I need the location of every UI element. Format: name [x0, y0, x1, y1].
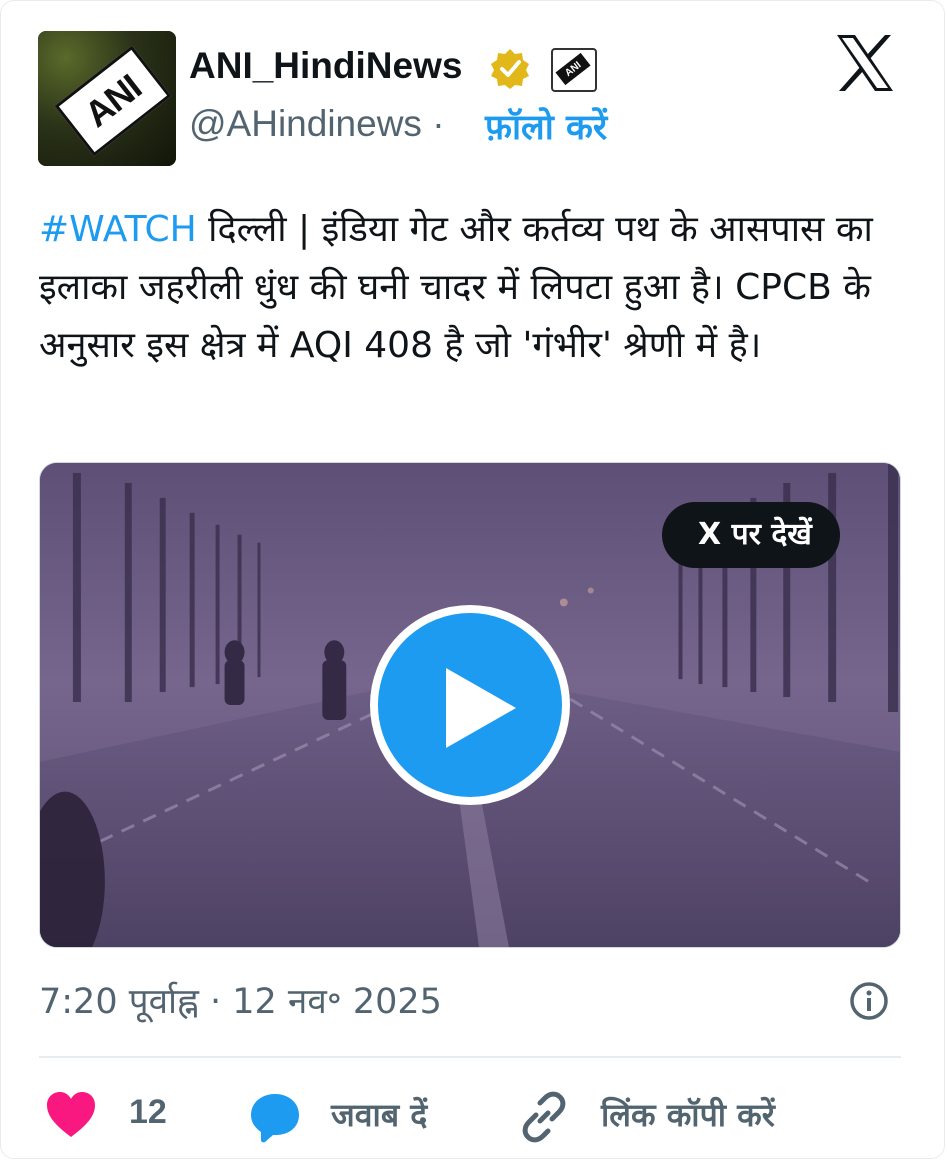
author-handle[interactable]: @AHindinews ·	[189, 103, 445, 145]
handle-separator: ·	[432, 103, 445, 144]
view-on-x-button[interactable]: X पर देखें	[662, 502, 840, 568]
tweet-card: ANI ANI_HindiNews ANI @AHindinews · फ़ॉल…	[0, 0, 945, 1159]
verified-badge-icon	[491, 49, 529, 89]
avatar[interactable]: ANI	[38, 31, 176, 166]
hashtag-link[interactable]: #WATCH	[39, 209, 197, 250]
copy-link-button[interactable]: लिंक कॉपी करें	[601, 1093, 775, 1136]
affiliate-logo-icon[interactable]: ANI	[551, 48, 597, 92]
tweet-text: #WATCH दिल्ली | इंडिया गेट और कर्तव्य पथ…	[39, 201, 909, 375]
handle-text: @AHindinews	[189, 103, 422, 144]
link-icon[interactable]	[516, 1089, 572, 1145]
author-name[interactable]: ANI_HindiNews	[189, 45, 462, 87]
play-icon	[446, 668, 516, 748]
like-count[interactable]: 12	[129, 1093, 167, 1132]
info-icon[interactable]	[849, 981, 889, 1021]
reply-bubble-icon[interactable]	[249, 1091, 301, 1143]
video-player[interactable]: X पर देखें	[39, 462, 901, 948]
play-button[interactable]	[370, 605, 570, 805]
heart-icon[interactable]	[45, 1091, 97, 1139]
divider	[39, 1056, 901, 1058]
tweet-timestamp[interactable]: 7:20 पूर्वाह्न · 12 नव॰ 2025	[39, 977, 442, 1024]
x-logo-icon[interactable]	[833, 31, 897, 95]
reply-button[interactable]: जवाब दें	[331, 1093, 427, 1136]
follow-button[interactable]: फ़ॉलो करें	[485, 103, 607, 150]
